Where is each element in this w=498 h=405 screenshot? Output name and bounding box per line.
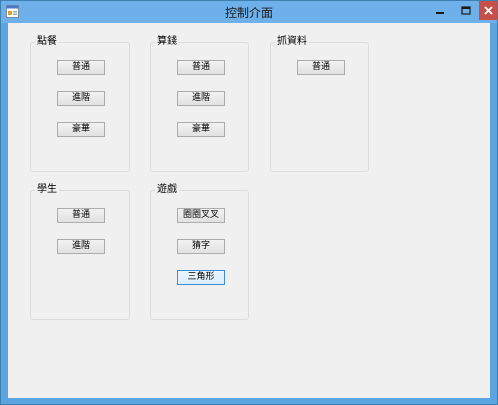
- group-student: 學生 普通 進階: [30, 184, 130, 320]
- order-food-deluxe-button[interactable]: 豪華: [57, 122, 105, 137]
- group-calculate: 算錢 普通 進階 豪華: [150, 36, 249, 172]
- calculate-advanced-button[interactable]: 進階: [177, 91, 225, 106]
- group-grab-data: 抓資料 普通: [270, 36, 369, 172]
- group-game: 遊戲 圈圈叉叉 猜字 三角形: [150, 184, 249, 320]
- group-label-grab-data: 抓資料: [275, 36, 309, 48]
- student-normal-button[interactable]: 普通: [57, 208, 105, 223]
- window-title: 控制介面: [224, 6, 273, 20]
- order-food-normal-button[interactable]: 普通: [57, 60, 105, 75]
- group-label-student: 學生: [35, 184, 59, 196]
- maximize-icon: [461, 5, 471, 15]
- calculate-deluxe-button[interactable]: 豪華: [177, 122, 225, 137]
- grab-data-normal-button[interactable]: 普通: [297, 60, 345, 75]
- close-icon: [483, 6, 493, 15]
- game-guess-word-button[interactable]: 猜字: [177, 239, 225, 254]
- minimize-icon: [436, 11, 444, 14]
- student-advanced-button[interactable]: 進階: [57, 239, 105, 254]
- maximize-button[interactable]: [453, 1, 479, 20]
- order-food-advanced-button[interactable]: 進階: [57, 91, 105, 106]
- group-label-calculate: 算錢: [155, 36, 179, 48]
- client-area: 點餐 普通 進階 豪華 算錢 普通 進階 豪華 抓資料 普通 學生 普通 進階 …: [8, 23, 490, 398]
- app-window: 控制介面 點餐 普通 進階 豪華 算錢 普通 進階 豪華 抓資料 普通 學生 普…: [0, 0, 498, 405]
- calculate-normal-button[interactable]: 普通: [177, 60, 225, 75]
- group-label-order-food: 點餐: [35, 36, 59, 48]
- title-bar[interactable]: 控制介面: [1, 1, 497, 23]
- close-button[interactable]: [479, 1, 497, 20]
- group-order-food: 點餐 普通 進階 豪華: [30, 36, 130, 172]
- minimize-button[interactable]: [427, 1, 453, 20]
- game-tic-tac-toe-button[interactable]: 圈圈叉叉: [177, 208, 225, 223]
- group-label-game: 遊戲: [155, 184, 179, 196]
- game-triangle-button[interactable]: 三角形: [177, 270, 225, 285]
